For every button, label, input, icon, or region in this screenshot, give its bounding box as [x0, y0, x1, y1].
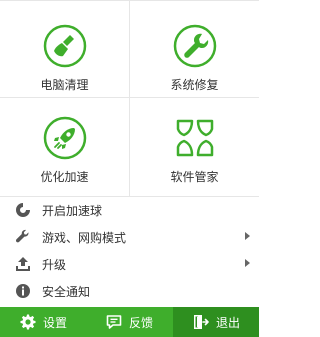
tile-system-repair[interactable]: 系统修复 — [130, 0, 259, 97]
info-icon — [16, 284, 30, 298]
wrench-small-icon — [15, 229, 29, 243]
menu-item-label: 升级 — [42, 258, 67, 272]
menu-item-accelerate-ball[interactable]: 开启加速球 — [0, 197, 259, 223]
submenu-arrow-icon — [245, 259, 250, 267]
tile-label: 系统修复 — [170, 78, 219, 92]
menu-item-label: 游戏、网购模式 — [42, 231, 127, 245]
tile-optimize-accelerate[interactable]: 优化加速 — [0, 98, 129, 196]
footer-bar: 设置 反馈 退出 — [0, 307, 259, 337]
tile-pc-cleanup[interactable]: 电脑清理 — [0, 0, 129, 97]
menu-item-label: 安全通知 — [42, 285, 91, 299]
upload-icon — [16, 257, 30, 271]
settings-label: 设置 — [43, 316, 68, 330]
feedback-button[interactable]: 反馈 — [86, 307, 173, 337]
rocket-icon — [43, 116, 86, 160]
broom-icon — [43, 24, 86, 68]
settings-button[interactable]: 设置 — [0, 307, 86, 337]
tile-label: 软件管家 — [170, 170, 219, 184]
petals-icon — [176, 119, 213, 157]
feedback-icon — [106, 315, 122, 329]
feedback-label: 反馈 — [129, 316, 154, 330]
gear-icon — [20, 314, 36, 330]
submenu-arrow-icon — [245, 232, 250, 240]
tile-software-manager[interactable]: 软件管家 — [130, 98, 259, 196]
menu-item-security-notice[interactable]: 安全通知 — [0, 278, 259, 304]
menu-item-game-shopping-mode[interactable]: 游戏、网购模式 — [0, 224, 259, 250]
menu-list: 开启加速球 游戏、网购模式 升级 安全通知 — [0, 197, 259, 307]
wrench-icon — [173, 24, 216, 68]
feature-grid: 电脑清理 系统修复 优化加速 软件管家 — [0, 0, 259, 197]
menu-item-upgrade[interactable]: 升级 — [0, 251, 259, 277]
tile-label: 电脑清理 — [40, 78, 89, 92]
tile-label: 优化加速 — [40, 170, 89, 184]
exit-icon — [194, 315, 209, 329]
accelerate-ball-icon — [16, 203, 30, 217]
menu-item-label: 开启加速球 — [42, 204, 103, 218]
exit-label: 退出 — [216, 316, 241, 330]
exit-button[interactable]: 退出 — [173, 307, 259, 337]
